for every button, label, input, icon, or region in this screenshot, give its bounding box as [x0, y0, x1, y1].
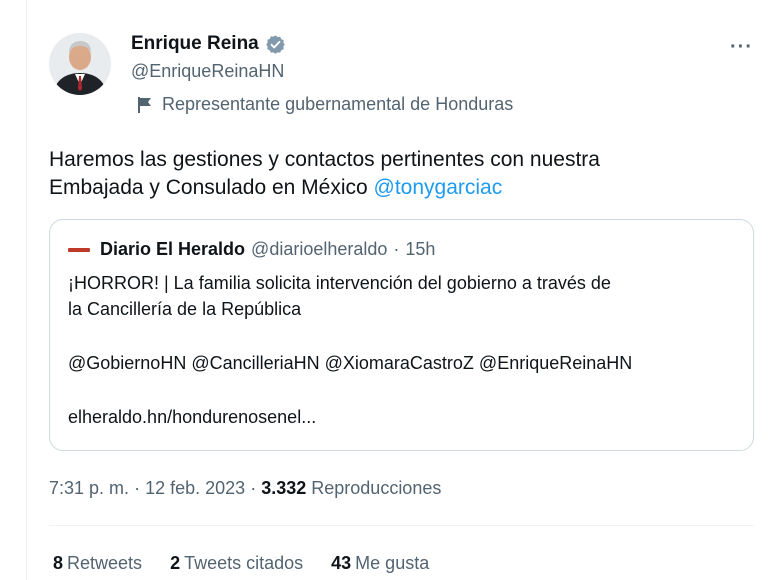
author-name-row: Enrique Reina	[131, 33, 286, 55]
author-name[interactable]: Enrique Reina	[131, 33, 259, 55]
tweet-meta: 7:31 p. m. · 12 feb. 2023 · 3.332 Reprod…	[49, 478, 442, 498]
tweet: Enrique Reina @EnriqueReinaHN Representa…	[0, 0, 773, 580]
retweets-stat[interactable]: 8 Retweets	[53, 553, 142, 574]
author-handle[interactable]: @EnriqueReinaHN	[131, 61, 284, 82]
tweet-text-line2: Embajada y Consulado en México	[49, 176, 374, 199]
el-heraldo-logo-icon	[68, 247, 90, 252]
quoted-text-line2: la Cancillería de la República	[68, 299, 302, 319]
more-options-button[interactable]: ···	[730, 36, 753, 59]
quoted-mentions: @GobiernoHN @CancilleriaHN @XiomaraCastr…	[68, 353, 633, 373]
avatar[interactable]	[49, 33, 111, 95]
government-label-text: Representante gubernamental de Honduras	[162, 94, 514, 114]
flag-icon	[138, 97, 151, 113]
quoted-tweet-header: Diario El Heraldo @diarioelheraldo · 15h	[68, 239, 435, 260]
quoted-author-name: Diario El Heraldo	[100, 239, 246, 259]
tweet-text: Haremos las gestiones y contactos pertin…	[49, 146, 739, 202]
quoted-text-line1: ¡HORROR! | La familia solicita intervenc…	[68, 273, 611, 293]
tweet-text-line1: Haremos las gestiones y contactos pertin…	[49, 148, 600, 171]
tweet-time[interactable]: 7:31 p. m.	[49, 478, 129, 498]
quoted-time: 15h	[405, 239, 436, 259]
quoted-tweet-body: ¡HORROR! | La familia solicita intervenc…	[68, 270, 738, 430]
quoted-link: elheraldo.hn/hondurenosenel...	[68, 407, 317, 427]
view-count-label: Reproducciones	[311, 478, 442, 498]
mention-link[interactable]: @tonygarciac	[374, 176, 503, 199]
engagement-stats: 8 Retweets 2 Tweets citados 43 Me gusta	[53, 553, 429, 574]
view-count: 3.332	[261, 478, 307, 498]
government-label[interactable]: Representante gubernamental de Honduras	[137, 94, 513, 115]
divider	[49, 525, 754, 526]
person-avatar-icon	[49, 33, 111, 95]
quoted-separator: ·	[393, 239, 400, 259]
quote-tweets-stat[interactable]: 2 Tweets citados	[170, 553, 303, 574]
quoted-tweet[interactable]: Diario El Heraldo @diarioelheraldo · 15h…	[49, 219, 754, 451]
verified-badge-icon	[266, 34, 285, 54]
tweet-date[interactable]: 12 feb. 2023	[145, 478, 245, 498]
likes-stat[interactable]: 43 Me gusta	[331, 553, 429, 574]
quoted-author-handle: @diarioelheraldo	[251, 239, 388, 259]
